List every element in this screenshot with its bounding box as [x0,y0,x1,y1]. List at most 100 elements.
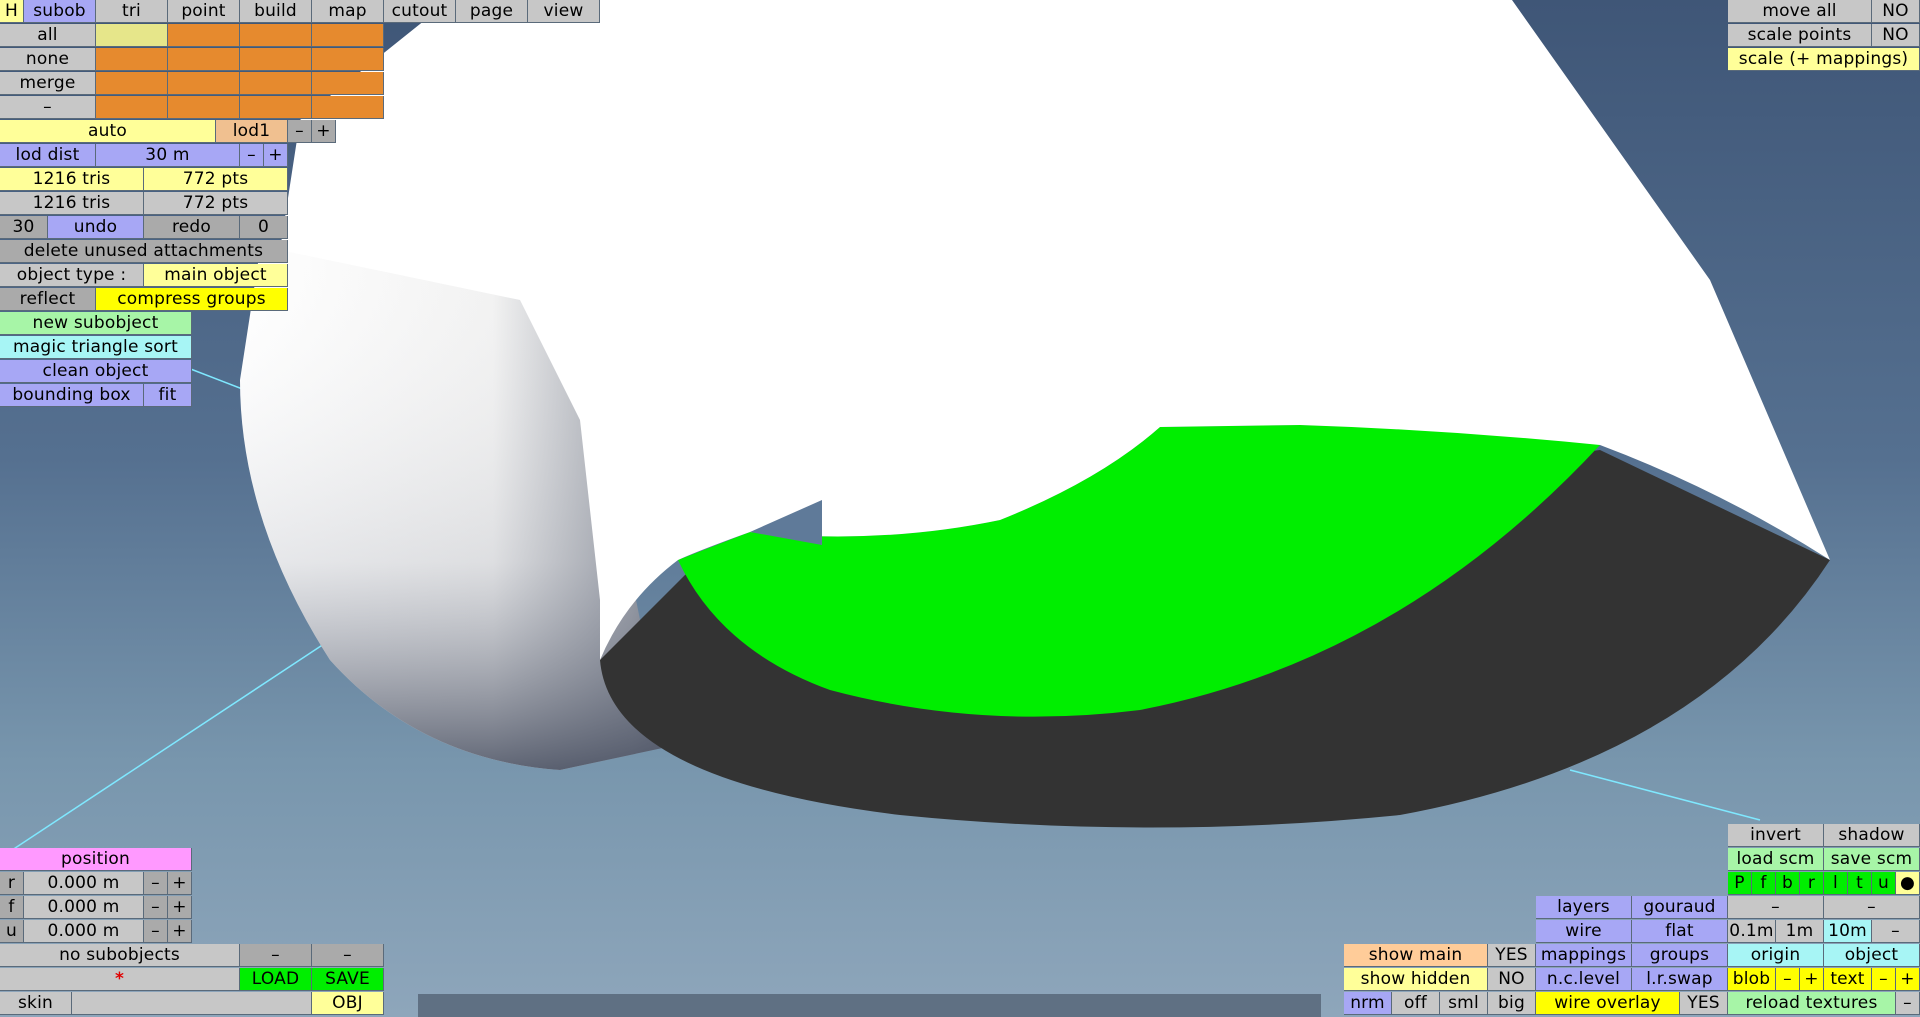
dash-button-2[interactable]: – [1824,896,1920,919]
view-perspective-button[interactable]: P [1728,872,1752,895]
selection-slot[interactable] [168,96,240,119]
grid-minus-button[interactable]: – [1872,920,1920,943]
show-hidden-toggle[interactable]: NO [1488,968,1536,991]
load-button[interactable]: LOAD [240,968,312,991]
scale-points-toggle[interactable]: NO [1872,24,1920,47]
magic-triangle-sort-button[interactable]: magic triangle sort [0,336,192,359]
view-top-button[interactable]: t [1848,872,1872,895]
show-main-toggle[interactable]: YES [1488,944,1536,967]
nc-level-button[interactable]: n.c.level [1536,968,1632,991]
skin-button[interactable]: skin [0,992,72,1015]
selection-slot[interactable] [312,96,384,119]
normals-nrm-button[interactable]: nrm [1344,992,1392,1015]
lr-swap-button[interactable]: l.r.swap [1632,968,1728,991]
lod-minus-button[interactable]: – [288,120,312,143]
normals-sml-button[interactable]: sml [1440,992,1488,1015]
tab-view[interactable]: view [528,0,600,23]
grid-0-1m-button[interactable]: 0.1m [1728,920,1776,943]
shadow-button[interactable]: shadow [1824,824,1920,847]
wire-overlay-toggle[interactable]: YES [1680,992,1728,1015]
lod-dist-value[interactable]: 30 m [96,144,240,167]
tab-build[interactable]: build [240,0,312,23]
selection-slot[interactable] [240,96,312,119]
position-f-value[interactable]: 0.000 m [24,896,144,919]
h-toggle[interactable]: H [0,0,24,23]
lod-plus-button[interactable]: + [312,120,336,143]
normals-big-button[interactable]: big [1488,992,1536,1015]
view-under-button[interactable]: u [1872,872,1896,895]
text-plus-button[interactable]: + [1896,968,1920,991]
selection-slot[interactable] [96,72,168,95]
skin-field[interactable] [72,992,312,1015]
reload-textures-button[interactable]: reload textures [1728,992,1896,1015]
selection-slot[interactable] [312,48,384,71]
view-dot-icon[interactable]: ● [1896,872,1920,895]
obj-button[interactable]: OBJ [312,992,384,1015]
origin-button[interactable]: origin [1728,944,1824,967]
merge-button[interactable]: merge [0,72,96,95]
save-scm-button[interactable]: save scm [1824,848,1920,871]
blob-minus-button[interactable]: – [1776,968,1800,991]
undo-button[interactable]: undo [48,216,144,239]
subobject-minus-button-2[interactable]: – [312,944,384,967]
tab-subob[interactable]: subob [24,0,96,23]
subobject-minus-button[interactable]: – [240,944,312,967]
gouraud-button[interactable]: gouraud [1632,896,1728,919]
mappings-button[interactable]: mappings [1536,944,1632,967]
position-u-minus-button[interactable]: – [144,920,168,943]
dash-button-1[interactable]: – [1728,896,1824,919]
position-r-minus-button[interactable]: – [144,872,168,895]
position-u-plus-button[interactable]: + [168,920,192,943]
selection-slot[interactable] [240,24,312,47]
lod-dist-plus-button[interactable]: + [264,144,288,167]
lod-auto-button[interactable]: auto [0,120,216,143]
selection-slot[interactable] [240,48,312,71]
invert-button[interactable]: invert [1728,824,1824,847]
view-back-button[interactable]: b [1776,872,1800,895]
grid-10m-button[interactable]: 10m [1824,920,1872,943]
view-left-button[interactable]: l [1824,872,1848,895]
selection-slot[interactable] [240,72,312,95]
blob-button[interactable]: blob [1728,968,1776,991]
bounding-box-button[interactable]: bounding box [0,384,144,407]
3d-viewport[interactable] [0,0,1920,1017]
view-front-button[interactable]: f [1752,872,1776,895]
position-f-plus-button[interactable]: + [168,896,192,919]
selection-slot[interactable] [96,48,168,71]
compress-groups-button[interactable]: compress groups [96,288,288,311]
lod-level[interactable]: lod1 [216,120,288,143]
selection-slot[interactable] [168,48,240,71]
text-button[interactable]: text [1824,968,1872,991]
blob-plus-button[interactable]: + [1800,968,1824,991]
selection-slot[interactable] [312,72,384,95]
save-button[interactable]: SAVE [312,968,384,991]
normals-off-button[interactable]: off [1392,992,1440,1015]
groups-button[interactable]: groups [1632,944,1728,967]
position-u-value[interactable]: 0.000 m [24,920,144,943]
move-all-toggle[interactable]: NO [1872,0,1920,23]
subobjects-list[interactable]: no subobjects [0,944,240,967]
tab-map[interactable]: map [312,0,384,23]
selection-minus-button[interactable]: – [0,96,96,119]
delete-unused-attachments-button[interactable]: delete unused attachments [0,240,288,263]
position-r-value[interactable]: 0.000 m [24,872,144,895]
view-right-button[interactable]: r [1800,872,1824,895]
object-type-value[interactable]: main object [144,264,288,287]
selection-slot[interactable] [312,24,384,47]
tab-cutout[interactable]: cutout [384,0,456,23]
redo-button[interactable]: redo [144,216,240,239]
text-minus-button[interactable]: – [1872,968,1896,991]
new-subobject-button[interactable]: new subobject [0,312,192,335]
flat-button[interactable]: flat [1632,920,1728,943]
tab-page[interactable]: page [456,0,528,23]
wire-button[interactable]: wire [1536,920,1632,943]
fit-button[interactable]: fit [144,384,192,407]
tab-point[interactable]: point [168,0,240,23]
position-r-plus-button[interactable]: + [168,872,192,895]
reflect-button[interactable]: reflect [0,288,96,311]
selection-slot[interactable] [96,96,168,119]
select-none-button[interactable]: none [0,48,96,71]
reload-minus-button[interactable]: – [1896,992,1920,1015]
grid-1m-button[interactable]: 1m [1776,920,1824,943]
lod-dist-minus-button[interactable]: – [240,144,264,167]
